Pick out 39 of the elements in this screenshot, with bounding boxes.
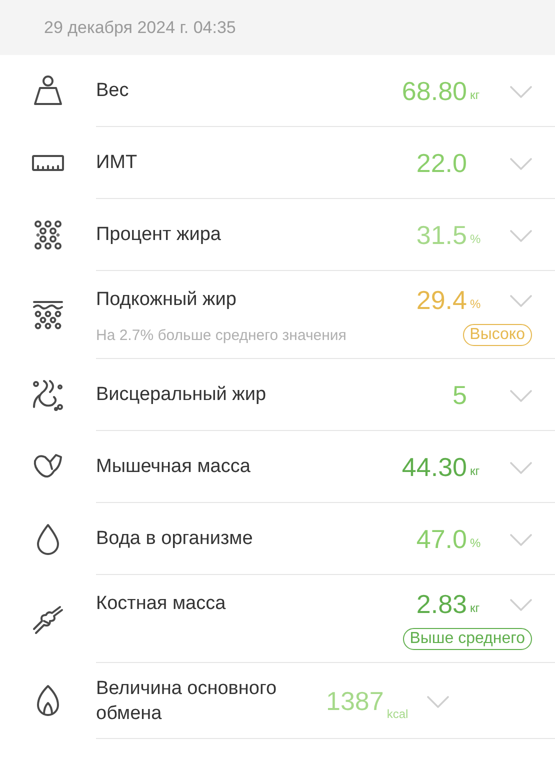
metric-value: 5 [452, 380, 467, 411]
chevron-down-icon[interactable] [510, 230, 532, 242]
chevron-down-icon[interactable] [510, 462, 532, 474]
chevron-down-icon[interactable] [510, 390, 532, 402]
metric-value: 44.30 [402, 452, 467, 483]
status-tag: Высоко [462, 324, 532, 346]
metric-note: На 2.7% больше среднего значения [96, 326, 348, 344]
date-time: 29 декабря 2024 г. 04:35 [44, 18, 236, 38]
metric-label: Подкожный жир [96, 288, 238, 312]
metric-label: Вода в организме [96, 527, 254, 552]
metric-label: Висцеральный жир [96, 383, 268, 408]
chevron-down-icon[interactable] [510, 158, 532, 170]
metric-value: 2.83 [416, 589, 467, 620]
metric-label: Костная масса [96, 592, 227, 616]
chevron-down-icon[interactable] [510, 294, 532, 306]
metric-value: 47.0 [416, 524, 467, 555]
metric-unit: kcal [386, 707, 410, 722]
status-tag: Выше среднего [402, 628, 532, 650]
metric-unit: кг [470, 88, 481, 102]
metric-value: 68.80 [402, 76, 467, 107]
chevron-down-icon[interactable] [510, 86, 532, 98]
metric-label: Вес [96, 79, 130, 104]
metric-label: Величина основного обмена [96, 677, 278, 726]
metric-label: Процент жира [96, 223, 222, 248]
metric-unit: % [470, 536, 482, 550]
intestine-icon [30, 377, 66, 413]
metric-label: Мышечная масса [96, 455, 252, 480]
metric-unit: % [470, 297, 482, 311]
chevron-down-icon[interactable] [426, 696, 449, 708]
metric-unit: % [470, 232, 482, 246]
chevron-down-icon[interactable] [510, 598, 532, 610]
chevron-down-icon[interactable] [510, 534, 532, 546]
metric-label: ИМТ [96, 151, 138, 176]
metric-value: 1387 [326, 686, 384, 718]
metric-value: 22.0 [416, 148, 467, 179]
metric-value: 31.5 [416, 220, 467, 251]
metric-unit: кг [470, 601, 481, 615]
metric-unit: кг [470, 464, 481, 478]
metric-value: 29.4 [416, 285, 467, 316]
